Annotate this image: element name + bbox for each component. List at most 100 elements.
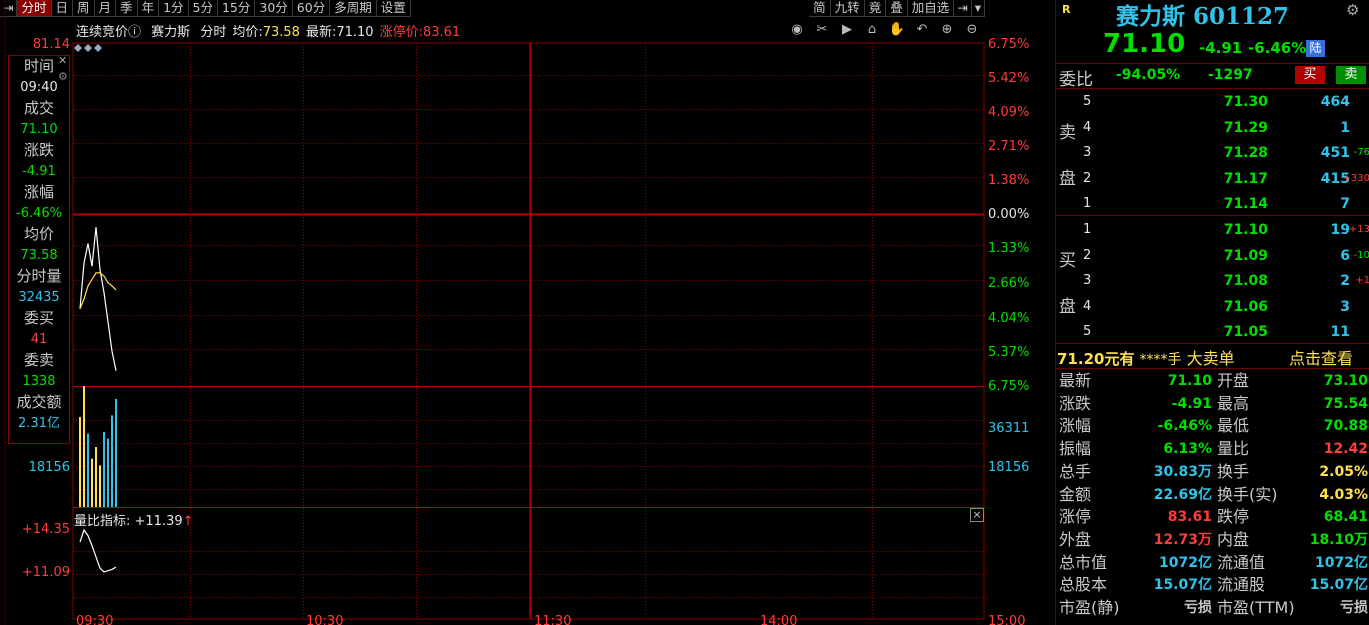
time-tick: 10:30 [306,614,344,625]
percent-tick: 2.71% [988,139,1030,154]
stat-value: 83.61 [1167,509,1212,526]
info-label: 涨跌 [23,141,54,159]
stats-row: 振幅 6.13% 量比 12.42 [1056,438,1369,460]
stat-label: 换手 [1217,461,1250,481]
time-tick: 09:30 [76,614,114,625]
chart-header: 连续竞价ⓘ 赛力斯 分时 均价:73.58 最新:71.10 涨停价:83.61 [76,21,466,40]
marker-diamond-icon [84,44,92,52]
stats-row: 外盘 12.73万 内盘 18.10万 [1056,529,1369,551]
level-price: 71.28 [1223,145,1268,161]
flag-badge: R [1062,3,1071,16]
orderbook-row[interactable]: 3 71.08 2 +1 [1056,270,1369,292]
percent-tick: 6.75% [988,379,1030,394]
stock-name: 赛力斯 [151,25,191,40]
time-tick: 15:00 [988,614,1026,625]
percent-tick: 6.75% [988,37,1030,52]
stat-label: 振幅 [1059,439,1092,459]
percent-tick: 0.00% [988,207,1030,222]
info-icon[interactable]: ⓘ [128,25,141,40]
orderbook-row[interactable]: 2 71.09 6 -10 [1056,245,1369,267]
big-order-alert[interactable]: 71.20元有 ****手 大卖单 [1057,345,1235,369]
volume-bar [95,447,97,507]
level-index: 1 [1083,222,1092,237]
level-volume: 7 [1340,196,1350,212]
price-axis-top: 81.14 [32,37,70,52]
stat-label: 总市值 [1059,552,1108,572]
orderbook-row[interactable]: 4 71.06 3 [1056,296,1369,318]
eye-icon[interactable]: ◉ [786,22,808,37]
percent-tick: 4.09% [988,105,1030,120]
orderbook-row[interactable]: 5 71.30 464 [1056,91,1369,113]
orderbook-row[interactable]: 1 71.14 7 [1056,193,1369,215]
stat-label: 流通值 [1217,552,1266,572]
level-volume: 464 [1320,94,1350,110]
up-arrow-icon: ↑ [182,514,194,529]
close-icon[interactable]: ✕ [58,54,67,67]
orderbook-row[interactable]: 4 71.29 1 [1056,117,1369,139]
level-price: 71.05 [1223,324,1268,340]
level-price: 71.30 [1223,94,1268,110]
info-value: 2.31亿 [18,416,60,431]
gear-icon[interactable]: ⚙ [1346,1,1359,19]
level-price: 71.08 [1223,273,1268,289]
big-order-price: 71.20元有 [1057,350,1135,368]
time-tick: 11:30 [534,614,572,625]
lock-icon[interactable]: ⌂ [861,22,883,37]
info-label: 分时量 [16,267,62,285]
undo-icon[interactable]: ↶ [911,22,933,37]
limit-label: 涨停价: [379,25,423,40]
avg-value: 73.58 [262,25,300,40]
stat-value: 1072亿 [1315,554,1368,571]
stat-value: 12.42 [1323,441,1368,458]
zoom-in-icon[interactable]: ⊕ [936,22,958,37]
level-index: 1 [1083,196,1092,211]
volume-bar [111,415,113,507]
stat-label: 量比 [1217,439,1250,459]
stat-label: 最低 [1217,416,1250,436]
stat-label: 最高 [1217,393,1250,413]
close-icon[interactable]: × [970,508,984,522]
stat-value: 12.73万 [1153,531,1212,548]
stat-value: 75.54 [1323,395,1368,412]
zoom-out-icon[interactable]: ⊖ [961,22,983,37]
play-icon[interactable]: ▶ [836,22,858,37]
level-index: 3 [1083,273,1092,288]
big-order-type: 大卖单 [1186,349,1235,368]
buy-button[interactable]: 买 [1295,66,1325,84]
orderbook-row[interactable]: 2 71.17 415 +330 [1056,168,1369,190]
orderbook-row[interactable]: 3 71.28 451 -76 [1056,142,1369,164]
marker-diamond-icon [74,44,82,52]
info-label: 成交额 [16,393,62,411]
level-price: 71.10 [1223,222,1268,238]
sell-button[interactable]: 卖 [1336,66,1366,84]
sell-side-label-top: 卖 [1059,123,1076,143]
level-volume: 11 [1330,324,1350,340]
stat-value: 亏损 [1184,600,1212,616]
stock-title: 赛力斯 601127 [1116,3,1290,30]
intraday-chart[interactable] [0,0,1055,625]
stats-row: 涨跌 -4.91 最高 75.54 [1056,393,1369,415]
stat-label: 外盘 [1059,529,1092,549]
info-value: -4.91 [22,164,56,179]
level-index: 3 [1083,145,1092,160]
hand-icon[interactable]: ✋ [886,22,908,37]
stat-value: -6.46% [1157,418,1212,435]
percent-tick: 1.38% [988,173,1030,188]
stat-value: 30.83万 [1153,463,1212,480]
info-label: 均价 [23,225,54,243]
orderbook-row[interactable]: 1 71.10 19 +13 [1056,219,1369,241]
avg-label: 均价: [232,25,263,40]
scissors-icon[interactable]: ✂ [811,22,833,37]
level-price: 71.14 [1223,196,1268,212]
level-price: 71.09 [1223,247,1268,264]
weibi-diff: -1297 [1208,67,1253,83]
big-order-view[interactable]: 点击查看 [1289,345,1353,369]
info-value: 71.10 [20,122,58,137]
info-value: 32435 [18,290,60,305]
stats-row: 涨幅 -6.46% 最低 70.88 [1056,415,1369,437]
stat-value: 6.13% [1163,441,1212,458]
stat-label: 内盘 [1217,529,1250,549]
level-price: 71.06 [1223,298,1268,315]
gear-icon[interactable]: ⚙ [58,70,68,83]
orderbook-row[interactable]: 5 71.05 11 [1056,321,1369,343]
